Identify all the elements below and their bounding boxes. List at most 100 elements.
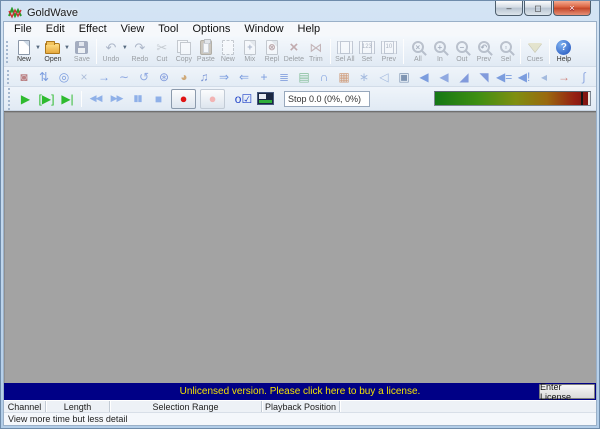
toolbar-separator [403,39,404,64]
copy-button[interactable]: Copy [173,37,195,66]
time-backward-icon[interactable]: ⇐ [236,71,252,83]
button-label: Undo [103,56,120,63]
zoom-out-button[interactable]: − Out [451,37,473,66]
set-marker-icon: 123 [359,41,375,54]
titlebar[interactable]: GoldWave – ◻ × [1,1,599,21]
toolbar-grip[interactable] [8,88,12,110]
maximize-volume-icon[interactable]: ◀! [516,71,532,83]
record-pause-button[interactable]: ● [200,89,225,109]
pitch-icon[interactable]: × [76,71,92,83]
chevron-down-icon[interactable]: ▼ [64,45,70,51]
chevron-down-icon[interactable]: ▼ [122,45,128,51]
mechanize-icon[interactable]: ⊛ [156,71,172,83]
reverb-icon[interactable]: ∩ [316,71,332,83]
undo-icon: ↶ [105,41,116,54]
time-forward-icon[interactable]: ⇒ [216,71,232,83]
undo-button[interactable]: ↶ Undo [100,37,122,66]
open-button[interactable]: Open [42,37,64,66]
menu-tool[interactable]: Tool [151,23,185,36]
select-all-button[interactable]: Sel All [334,37,356,66]
cue-triangle-icon [528,43,542,52]
button-label: Mix [244,56,255,63]
record-button[interactable]: ● [171,89,196,109]
playback-rate-icon[interactable]: → [96,71,112,83]
filter-icon[interactable]: ◕ [176,71,192,83]
spectrum-icon[interactable]: ▤ [296,71,312,83]
maximize-button[interactable]: ◻ [524,1,552,16]
volume-icon[interactable]: ◀ [416,71,432,83]
fast-forward-button[interactable]: ▶▶ [106,92,127,105]
menu-help[interactable]: Help [291,23,328,36]
zoom-all-icon: × [412,41,424,53]
menu-edit[interactable]: Edit [39,23,72,36]
toolbar-grip[interactable] [7,70,11,84]
help-button[interactable]: ? Help [553,37,575,66]
fade-out-icon[interactable]: ◥ [476,71,492,83]
pan-icon[interactable]: + [256,71,272,83]
stop-button[interactable]: ■ [148,91,169,107]
close-button[interactable]: × [553,1,591,16]
menu-window[interactable]: Window [237,23,290,36]
mute-icon[interactable]: ◂ [536,71,552,83]
rewind-button[interactable]: ◀◀ [85,92,106,105]
redo-icon: ↷ [134,41,145,54]
play-selection-button[interactable]: [▶] [36,91,57,107]
delete-button[interactable]: × Delete [283,37,305,66]
zoom-selection-button[interactable]: ▫ Sel [495,37,517,66]
trim-button[interactable]: ⋈ Trim [305,37,327,66]
equalizer-icon[interactable]: ≣ [276,71,292,83]
reverse-icon[interactable]: ↺ [136,71,152,83]
status-cell-channel: Channel [4,401,46,412]
play-button[interactable]: ▶ [15,91,36,107]
device-monitor-icon[interactable] [257,92,274,105]
silence-icon[interactable]: ◁ [376,71,392,83]
replace-button[interactable]: ⊗ Repl [261,37,283,66]
menu-options[interactable]: Options [185,23,237,36]
open-folder-icon [45,43,60,54]
interpolate-icon[interactable]: ♫ [196,71,212,83]
visual-icon[interactable]: ▣ [396,71,412,83]
license-banner[interactable]: Unlicensed version. Please click here to… [4,383,596,400]
main-toolbar: New ▼ Open ▼ Save ↶ Undo ▼ ↷ Redo [4,36,596,67]
zoom-all-button[interactable]: × All [407,37,429,66]
minimize-button[interactable]: – [495,1,523,16]
delete-x-icon: × [289,40,298,55]
enter-license-button[interactable]: Enter License [539,384,595,399]
volume-shape-icon[interactable]: ◀ [436,71,452,83]
wave-shape-icon[interactable]: ∫ [576,71,592,83]
menu-effect[interactable]: Effect [72,23,114,36]
set-marker-button[interactable]: 123 Set [356,37,378,66]
new-button[interactable]: New [13,37,35,66]
menu-view[interactable]: View [114,23,152,36]
noise-gate-icon[interactable]: ◙ [16,71,32,83]
status-cell-selection-range: Selection Range [110,401,262,412]
chevron-down-icon[interactable]: ▼ [35,45,41,51]
save-button[interactable]: Save [71,37,93,66]
cues-button[interactable]: Cues [524,37,546,66]
fade-in-icon[interactable]: ◢ [456,71,472,83]
play-all-button[interactable]: ▶| [57,91,78,107]
offset-icon[interactable]: ⇅ [36,71,52,83]
menu-file[interactable]: File [7,23,39,36]
mix-button[interactable]: + Mix [239,37,261,66]
flanger-icon[interactable]: ∼ [116,71,132,83]
filter-matrix-icon[interactable]: ▦ [336,71,352,83]
paste-new-button[interactable]: New [217,37,239,66]
paste-button[interactable]: Paste [195,37,217,66]
zoom-in-icon: + [434,41,446,53]
zoom-in-button[interactable]: + In [429,37,451,66]
toolbar-separator [330,39,331,64]
control-properties-button[interactable]: o☑ [233,91,254,107]
toolbar-separator [520,39,521,64]
smoother-icon[interactable]: ∗ [356,71,372,83]
cut-button[interactable]: ✂ Cut [151,37,173,66]
match-volume-icon[interactable]: ◀= [496,71,512,83]
transpose-icon[interactable]: → [556,71,572,83]
zoom-previous-button[interactable]: ↶ Prev [473,37,495,66]
doppler-icon[interactable]: ◎ [56,71,72,83]
redo-button[interactable]: ↷ Redo [129,37,151,66]
mix-icon: + [244,40,256,55]
pause-button[interactable]: ▮▮ [127,92,148,105]
previous-marker-button[interactable]: 10 Prev [378,37,400,66]
toolbar-grip[interactable] [6,41,10,63]
